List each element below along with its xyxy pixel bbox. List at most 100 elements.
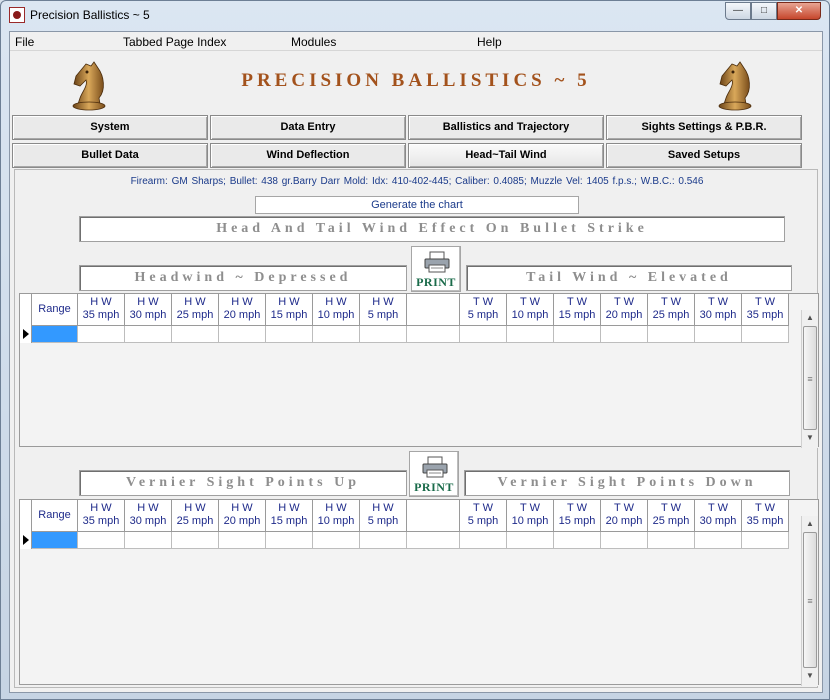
grid-cell[interactable] bbox=[742, 532, 789, 549]
column-header-tw[interactable]: T W 10 mph bbox=[507, 294, 554, 326]
grid-cell[interactable] bbox=[172, 326, 219, 343]
column-header-hw[interactable]: H W5 mph bbox=[360, 294, 407, 326]
print-button-top[interactable]: PRINT bbox=[411, 246, 461, 292]
grid-cell[interactable] bbox=[695, 532, 742, 549]
grid-cell[interactable] bbox=[460, 326, 507, 343]
scroll-thumb[interactable]: ≡ bbox=[803, 532, 817, 668]
tab-wind-deflection[interactable]: Wind Deflection bbox=[210, 143, 406, 168]
column-header-tw[interactable]: T W 30 mph bbox=[695, 294, 742, 326]
column-header-tw[interactable]: T W 10 mph bbox=[507, 500, 554, 532]
column-header-hw[interactable]: H W 35 mph bbox=[78, 500, 125, 532]
maximize-button[interactable]: □ bbox=[751, 2, 777, 20]
app-icon[interactable] bbox=[9, 7, 25, 23]
menu-file[interactable]: File bbox=[15, 35, 34, 49]
vertical-scrollbar[interactable]: ▲ ≡ ▼ bbox=[801, 516, 818, 686]
column-header-hw[interactable]: H W 25 mph bbox=[172, 294, 219, 326]
grid-cell[interactable] bbox=[125, 326, 172, 343]
grid-cell[interactable] bbox=[407, 532, 460, 549]
column-header-range[interactable]: Range bbox=[32, 500, 78, 532]
hw-speed-label: 35 mph bbox=[82, 309, 120, 321]
grid-cell[interactable] bbox=[172, 532, 219, 549]
grid-cell[interactable] bbox=[78, 532, 125, 549]
grid-cell[interactable] bbox=[219, 326, 266, 343]
grid-cell[interactable] bbox=[695, 326, 742, 343]
column-header-blank[interactable] bbox=[407, 500, 460, 532]
column-header-tw[interactable]: T W5 mph bbox=[460, 294, 507, 326]
menu-modules[interactable]: Modules bbox=[291, 35, 336, 49]
grid-cell[interactable] bbox=[219, 532, 266, 549]
hw-label: H W bbox=[137, 502, 159, 514]
grid-cell[interactable] bbox=[554, 326, 601, 343]
tab-bullet-data[interactable]: Bullet Data bbox=[12, 143, 208, 168]
grid-cell[interactable] bbox=[601, 532, 648, 549]
column-header-tw[interactable]: T W 35 mph bbox=[742, 294, 789, 326]
grid-cell[interactable] bbox=[78, 326, 125, 343]
print-button-bottom[interactable]: PRINT bbox=[409, 451, 459, 497]
tw-speed-label: 15 mph bbox=[558, 515, 596, 527]
column-header-hw[interactable]: H W 10 mph bbox=[313, 294, 360, 326]
tab-saved-setups[interactable]: Saved Setups bbox=[606, 143, 802, 168]
column-header-tw[interactable]: T W 25 mph bbox=[648, 500, 695, 532]
column-header-hw[interactable]: H W 20 mph bbox=[219, 500, 266, 532]
column-header-tw[interactable]: T W 30 mph bbox=[695, 500, 742, 532]
title-bar[interactable]: Precision Ballistics ~ 5 — □ ✕ bbox=[1, 1, 829, 31]
column-header-tw[interactable]: T W 25 mph bbox=[648, 294, 695, 326]
column-header-hw[interactable]: H W 15 mph bbox=[266, 294, 313, 326]
column-header-tw[interactable]: T W 15 mph bbox=[554, 500, 601, 532]
grid-cell[interactable] bbox=[507, 326, 554, 343]
grid-cell[interactable] bbox=[407, 326, 460, 343]
scroll-up-icon[interactable]: ▲ bbox=[802, 310, 818, 326]
grid-cell[interactable] bbox=[360, 326, 407, 343]
grid-cell[interactable] bbox=[313, 326, 360, 343]
grid-cell[interactable] bbox=[266, 532, 313, 549]
tab-head-tail-wind[interactable]: Head~Tail Wind bbox=[408, 143, 604, 168]
column-header-hw[interactable]: H W 30 mph bbox=[125, 294, 172, 326]
tw-label: T W bbox=[473, 502, 493, 514]
column-header-tw[interactable]: T W5 mph bbox=[460, 500, 507, 532]
column-header-blank[interactable] bbox=[407, 294, 460, 326]
grid-cell[interactable] bbox=[648, 532, 695, 549]
column-header-range[interactable]: Range bbox=[32, 294, 78, 326]
grid-cell[interactable] bbox=[742, 326, 789, 343]
generate-chart-button[interactable]: Generate the chart bbox=[255, 196, 579, 214]
grid-cell[interactable] bbox=[460, 532, 507, 549]
column-header-tw[interactable]: T W 15 mph bbox=[554, 294, 601, 326]
tab-ballistics-trajectory[interactable]: Ballistics and Trajectory bbox=[408, 115, 604, 140]
scroll-down-icon[interactable]: ▼ bbox=[802, 430, 818, 446]
tab-data-entry[interactable]: Data Entry bbox=[210, 115, 406, 140]
scroll-thumb[interactable]: ≡ bbox=[803, 326, 817, 430]
grid-cell[interactable] bbox=[32, 326, 78, 343]
scroll-up-icon[interactable]: ▲ bbox=[802, 516, 818, 532]
grid-cell[interactable] bbox=[601, 326, 648, 343]
column-header-hw[interactable]: H W 35 mph bbox=[78, 294, 125, 326]
column-header-hw[interactable]: H W 30 mph bbox=[125, 500, 172, 532]
column-header-tw[interactable]: T W 20 mph bbox=[601, 294, 648, 326]
grid-cell[interactable] bbox=[507, 532, 554, 549]
column-header-tw[interactable]: T W 35 mph bbox=[742, 500, 789, 532]
grid-cell[interactable] bbox=[648, 326, 695, 343]
tab-sights-settings[interactable]: Sights Settings & P.B.R. bbox=[606, 115, 802, 140]
grid-cell[interactable] bbox=[313, 532, 360, 549]
minimize-button[interactable]: — bbox=[725, 2, 751, 20]
column-header-hw[interactable]: H W 10 mph bbox=[313, 500, 360, 532]
tab-system[interactable]: System bbox=[12, 115, 208, 140]
tw-speed-label: 20 mph bbox=[605, 309, 643, 321]
row-selector[interactable] bbox=[20, 326, 32, 343]
close-button[interactable]: ✕ bbox=[777, 2, 821, 20]
column-header-hw[interactable]: H W 25 mph bbox=[172, 500, 219, 532]
knight-logo-right bbox=[718, 61, 752, 111]
menu-help[interactable]: Help bbox=[477, 35, 502, 49]
column-header-hw[interactable]: H W 15 mph bbox=[266, 500, 313, 532]
menu-tabbed-page-index[interactable]: Tabbed Page Index bbox=[123, 35, 226, 49]
column-header-hw[interactable]: H W5 mph bbox=[360, 500, 407, 532]
grid-cell[interactable] bbox=[554, 532, 601, 549]
vertical-scrollbar[interactable]: ▲ ≡ ▼ bbox=[801, 310, 818, 448]
row-selector[interactable] bbox=[20, 532, 32, 549]
scroll-down-icon[interactable]: ▼ bbox=[802, 668, 818, 684]
grid-cell[interactable] bbox=[360, 532, 407, 549]
column-header-hw[interactable]: H W 20 mph bbox=[219, 294, 266, 326]
grid-cell[interactable] bbox=[32, 532, 78, 549]
grid-cell[interactable] bbox=[125, 532, 172, 549]
column-header-tw[interactable]: T W 20 mph bbox=[601, 500, 648, 532]
grid-cell[interactable] bbox=[266, 326, 313, 343]
